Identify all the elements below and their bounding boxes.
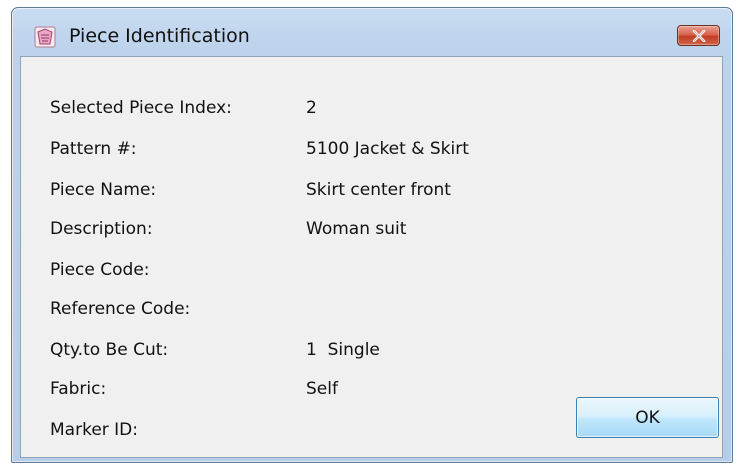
field-label: Marker ID: [50,420,138,440]
field-label: Fabric: [50,379,107,399]
ok-button[interactable]: OK [576,397,719,438]
field-label: Reference Code: [50,299,191,319]
field-value: 1 Single [306,340,380,360]
field-value: Woman suit [306,219,407,239]
field-value: Skirt center front [306,180,451,200]
window-title: Piece Identification [69,25,250,47]
pattern-piece-icon [34,26,56,48]
field-value: 5100 Jacket & Skirt [306,139,469,159]
field-label: Piece Code: [50,260,150,280]
close-button[interactable] [677,25,720,46]
field-label: Qty.to Be Cut: [50,340,169,360]
field-label: Pattern #: [50,139,137,159]
field-value: 2 [306,98,317,118]
close-icon [692,29,706,42]
field-label: Selected Piece Index: [50,98,232,118]
title-bar[interactable]: Piece Identification [12,8,732,54]
dialog-content: Selected Piece Index: 2 Pattern #: 5100 … [20,56,723,458]
field-value: Self [306,379,338,399]
field-label: Piece Name: [50,180,157,200]
field-label: Description: [50,219,153,239]
piece-identification-dialog: Piece Identification Selected Piece Inde… [11,7,733,463]
